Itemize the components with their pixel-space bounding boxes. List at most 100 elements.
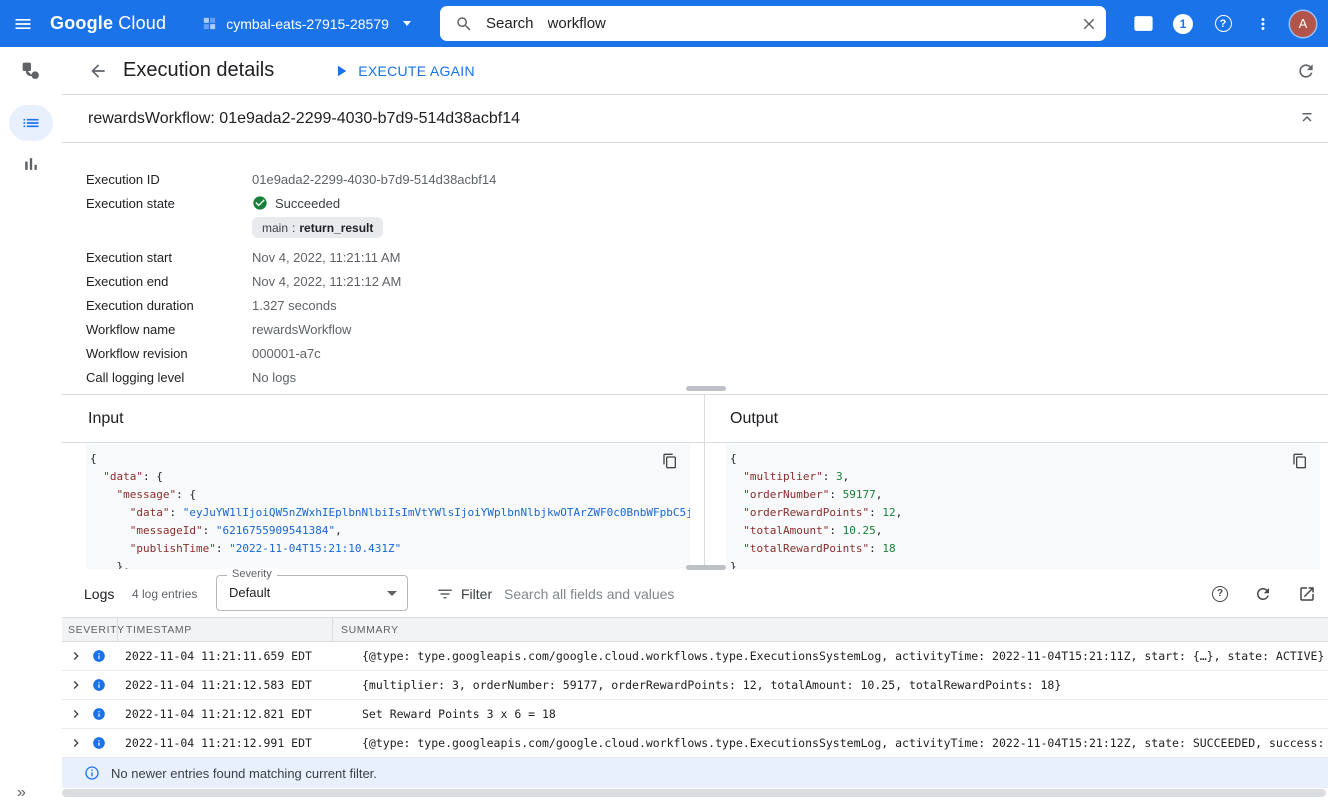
help-button[interactable]: ? [1210, 11, 1236, 37]
check-circle-icon [252, 195, 268, 211]
log-severity-cell [62, 735, 117, 751]
column-summary: SUMMARY [332, 618, 1328, 641]
detail-label: Workflow revision [86, 346, 252, 361]
resize-handle-logs[interactable] [686, 565, 726, 570]
log-row[interactable]: 2022-11-04 11:21:11.659 EDT {@type: type… [62, 642, 1328, 671]
detail-row-state: Execution state Succeeded [86, 191, 1328, 215]
search-bar[interactable]: Search [440, 6, 1106, 41]
notifications-button[interactable]: 1 [1170, 11, 1196, 37]
search-icon [455, 15, 473, 33]
execution-details: Execution ID 01e9ada2-2299-4030-b7d9-514… [62, 143, 1328, 395]
collapse-all-icon [1298, 110, 1316, 128]
google-cloud-logo[interactable]: Google Cloud [50, 13, 166, 34]
search-input[interactable] [548, 15, 1072, 32]
filter-icon [436, 585, 454, 603]
avatar[interactable]: A [1290, 11, 1316, 37]
close-icon [1080, 15, 1098, 33]
expand-row-icon[interactable] [68, 706, 84, 722]
workflow-title: rewardsWorkflow: 01e9ada2-2299-4030-b7d9… [88, 110, 520, 128]
more-options-button[interactable] [1250, 11, 1276, 37]
resize-handle-details[interactable] [686, 386, 726, 391]
detail-row: Execution duration 1.327 seconds [86, 293, 1328, 317]
open-in-new-icon [1298, 585, 1316, 603]
dropdown-arrow-icon [387, 591, 397, 596]
detail-value: 1.327 seconds [252, 298, 337, 313]
log-table-header: SEVERITY TIMESTAMP SUMMARY [62, 617, 1328, 642]
copy-input-button[interactable] [662, 453, 678, 469]
log-search-input[interactable] [504, 578, 1104, 609]
detail-label: Execution ID [86, 172, 252, 187]
back-button[interactable] [88, 61, 108, 81]
copy-icon [662, 453, 678, 469]
copy-icon [1292, 453, 1308, 469]
refresh-icon [1254, 585, 1272, 603]
logs-title: Logs [84, 586, 114, 602]
logs-toolbar: Logs 4 log entries Severity Default Filt… [62, 570, 1328, 617]
log-timestamp: 2022-11-04 11:21:12.991 EDT [117, 736, 332, 750]
detail-value: Nov 4, 2022, 11:21:11 AM [252, 250, 400, 265]
clear-search-button[interactable] [1072, 6, 1106, 41]
detail-label: Execution end [86, 274, 252, 289]
severity-select[interactable]: Severity Default [216, 575, 408, 611]
sidebar-item-metrics[interactable] [9, 146, 53, 182]
column-severity: SEVERITY [62, 618, 117, 641]
horizontal-scrollbar[interactable] [62, 789, 1326, 797]
detail-value: 000001-a7c [252, 346, 321, 361]
detail-value: rewardsWorkflow [252, 322, 351, 337]
hamburger-icon [13, 14, 33, 34]
open-in-new-button[interactable] [1298, 585, 1316, 603]
menu-button[interactable] [0, 0, 46, 47]
log-summary: {@type: type.googleapis.com/google.cloud… [332, 736, 1328, 750]
detail-row: Workflow revision 000001-a7c [86, 341, 1328, 365]
execute-again-button[interactable]: EXECUTE AGAIN [332, 62, 475, 80]
back-arrow-icon [88, 61, 108, 81]
logs-footer-message: No newer entries found matching current … [111, 766, 377, 781]
list-icon [21, 113, 41, 133]
output-title: Output [705, 395, 1328, 443]
log-severity-cell [62, 677, 117, 693]
output-code: { "multiplier": 3, "orderNumber": 59177,… [726, 443, 1320, 569]
log-row[interactable]: 2022-11-04 11:21:12.583 EDT {multiplier:… [62, 671, 1328, 700]
log-row[interactable]: 2022-11-04 11:21:12.991 EDT {@type: type… [62, 729, 1328, 758]
project-selector[interactable]: cymbal-eats-27915-28579 [202, 16, 411, 32]
logs-count: 4 log entries [132, 587, 197, 601]
logs-help-button[interactable]: ? [1212, 586, 1228, 602]
collapse-section-button[interactable] [1298, 110, 1316, 128]
detail-label: Execution state [86, 196, 252, 211]
metrics-icon [21, 154, 41, 174]
detail-label: Call logging level [86, 370, 252, 385]
expand-panel-button[interactable]: » [17, 784, 23, 802]
cloud-shell-button[interactable] [1130, 11, 1156, 37]
expand-row-icon[interactable] [68, 648, 84, 664]
sidebar-item-executions[interactable] [9, 105, 53, 141]
input-title: Input [62, 395, 704, 443]
step-chip[interactable]: main : return_result [252, 217, 383, 238]
step-chip-main: main [262, 221, 288, 235]
sidebar-item-workflows[interactable] [9, 53, 53, 89]
log-timestamp: 2022-11-04 11:21:12.821 EDT [117, 707, 332, 721]
refresh-icon [1296, 61, 1316, 81]
detail-value: 01e9ada2-2299-4030-b7d9-514d38acbf14 [252, 172, 496, 187]
copy-output-button[interactable] [1292, 453, 1308, 469]
bottom-strip [62, 788, 1328, 798]
workflows-icon [21, 61, 41, 81]
refresh-button[interactable] [1296, 61, 1316, 81]
terminal-icon [1133, 13, 1154, 34]
log-row[interactable]: 2022-11-04 11:21:12.821 EDT Set Reward P… [62, 700, 1328, 729]
expand-row-icon[interactable] [68, 677, 84, 693]
info-severity-icon [92, 707, 106, 721]
info-severity-icon [92, 678, 106, 692]
detail-value: No logs [252, 370, 296, 385]
topbar: Google Cloud cymbal-eats-27915-28579 Sea… [0, 0, 1328, 47]
log-severity-cell [62, 648, 117, 664]
expand-row-icon[interactable] [68, 735, 84, 751]
logo-cloud-text: Cloud [118, 13, 166, 34]
logs-refresh-button[interactable] [1254, 585, 1272, 603]
main-content: Execution details EXECUTE AGAIN rewardsW… [62, 47, 1328, 798]
input-code-block[interactable]: { "data": { "message": { "data": "eyJuYW… [86, 443, 690, 569]
play-icon [332, 62, 350, 80]
detail-row: Execution ID 01e9ada2-2299-4030-b7d9-514… [86, 167, 1328, 191]
filter-button[interactable]: Filter [436, 585, 492, 603]
project-name: cymbal-eats-27915-28579 [226, 16, 389, 32]
output-code-block[interactable]: { "multiplier": 3, "orderNumber": 59177,… [726, 443, 1320, 569]
